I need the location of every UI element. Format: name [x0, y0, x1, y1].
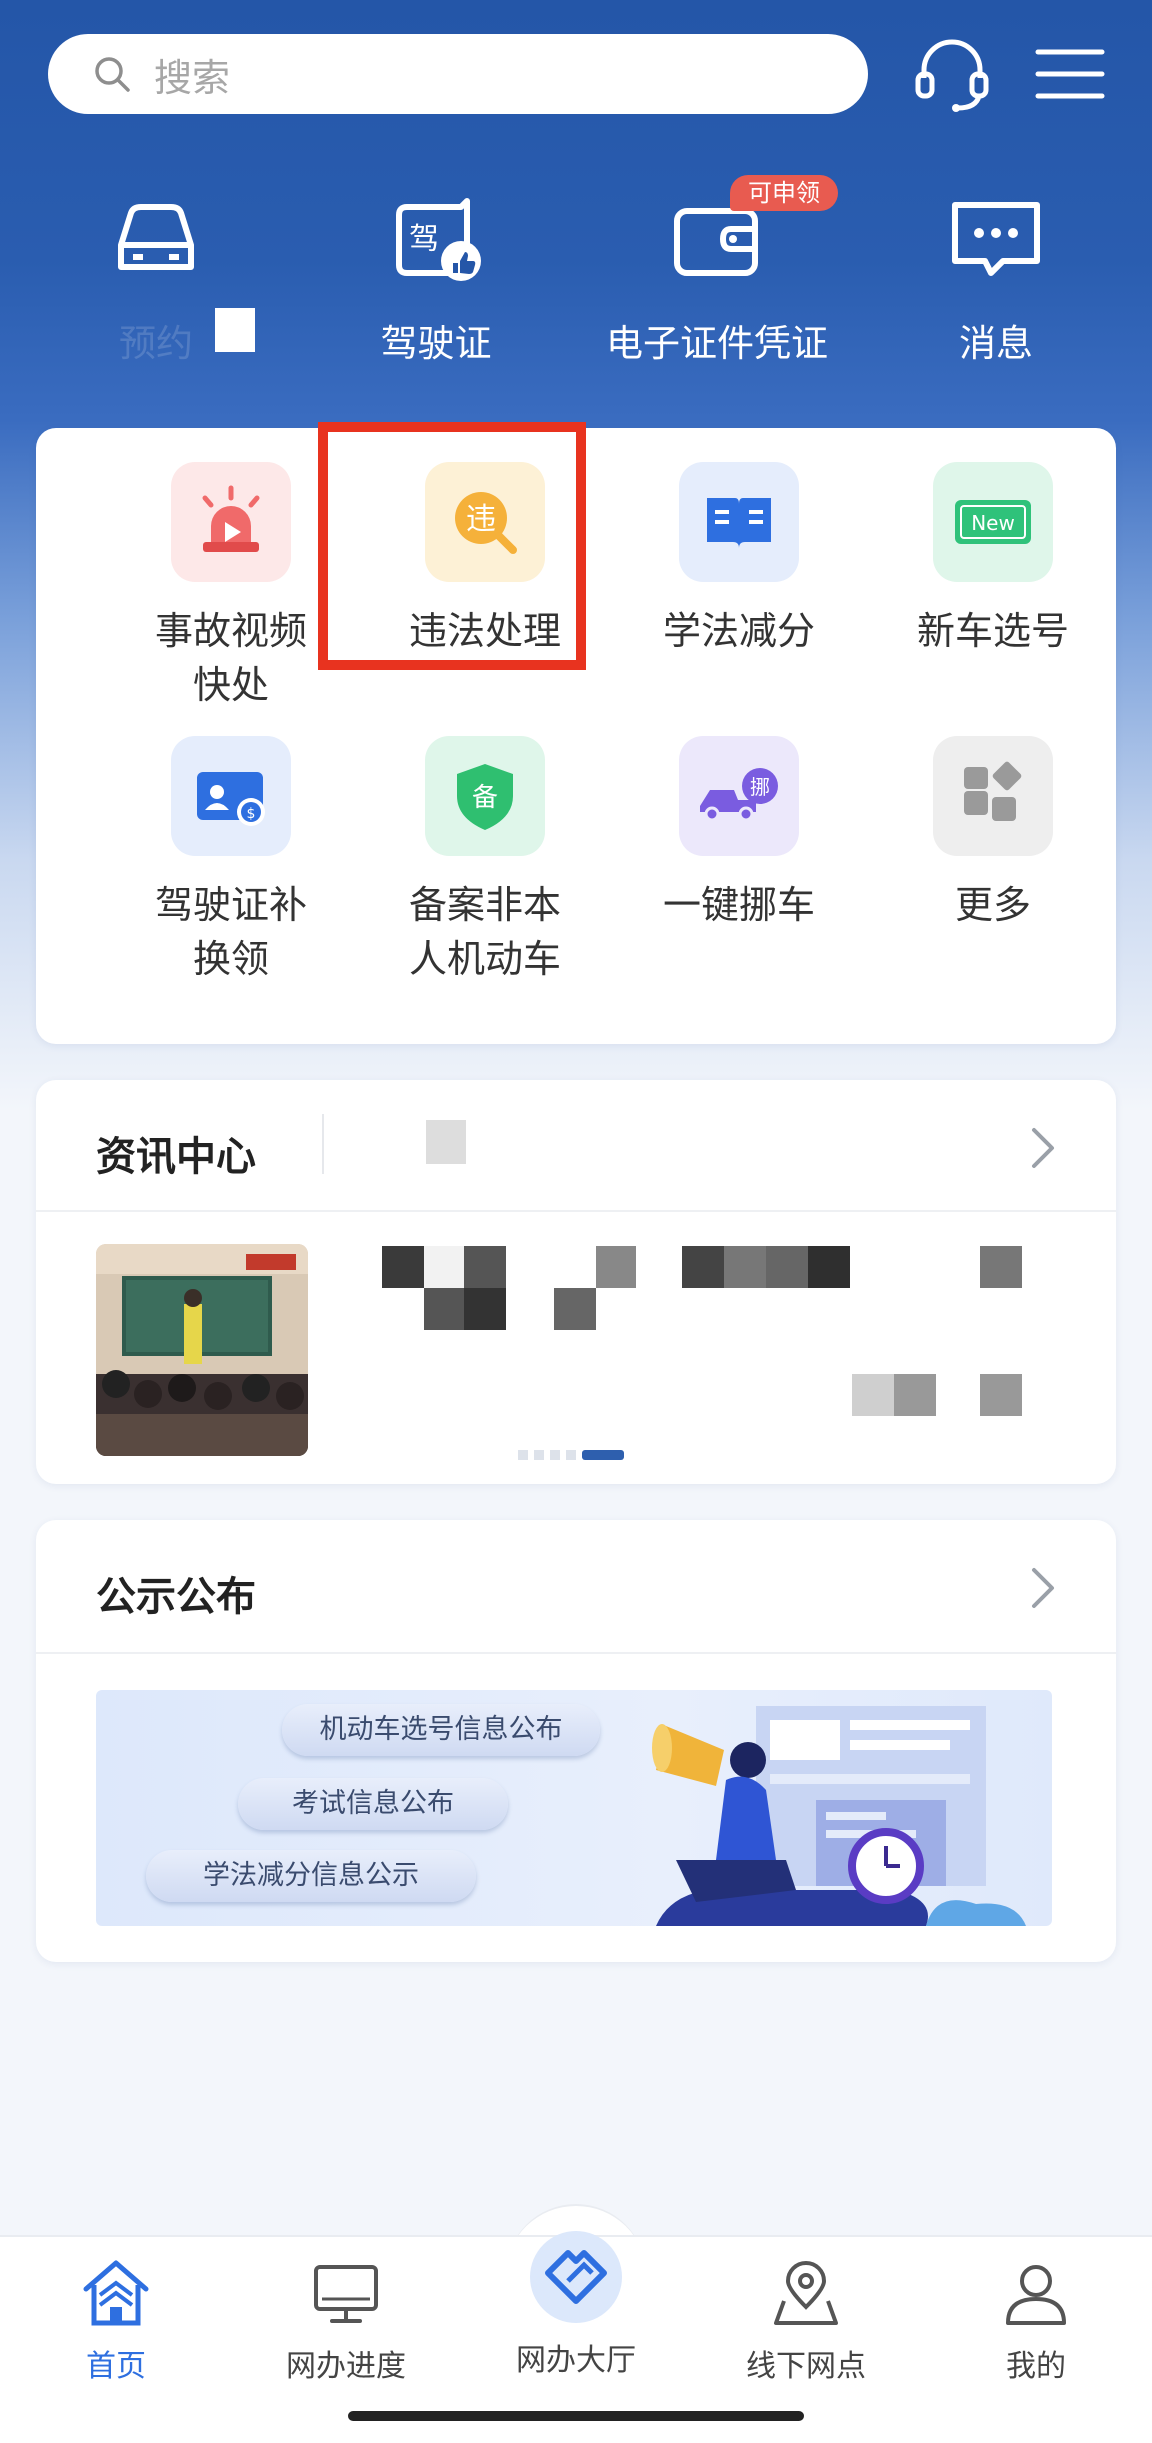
nav-label: 线下网点 [746, 2349, 866, 2384]
hall-icon [530, 2231, 622, 2323]
service-label: 驾驶证补换领 [154, 883, 307, 981]
redacted-block [382, 1246, 424, 1288]
search-placeholder: 搜索 [154, 55, 231, 100]
divider [36, 1652, 1116, 1654]
tab-separator [322, 1114, 324, 1174]
menu-icon[interactable] [1028, 32, 1112, 116]
nav-progress[interactable]: 网办进度 [256, 2255, 436, 2385]
service-new-plate[interactable]: New 新车选号 [866, 462, 1120, 658]
shortcut-driver-license[interactable]: 驾 驾驶证 [326, 185, 546, 367]
car-icon [118, 204, 194, 270]
tow-truck-icon: 挪 [679, 736, 799, 856]
search-icon [95, 57, 130, 92]
redacted-block [215, 308, 255, 352]
redacted-block [766, 1246, 808, 1288]
notice-pill[interactable]: 学法减分信息公示 [146, 1850, 476, 1902]
notice-pill[interactable]: 机动车选号信息公布 [282, 1704, 600, 1756]
svg-text:New: New [971, 511, 1015, 535]
redacted-block [426, 1120, 466, 1164]
news-thumbnail[interactable] [96, 1244, 308, 1456]
shortcut-messages[interactable]: 消息 [886, 185, 1106, 367]
redacted-block [980, 1374, 1022, 1416]
nav-label: 网办进度 [286, 2349, 406, 2384]
redacted-block [596, 1246, 636, 1288]
svg-text:$: $ [247, 806, 256, 822]
carousel-dot [518, 1450, 528, 1460]
redacted-block [554, 1288, 596, 1330]
nav-label: 首页 [86, 2349, 146, 2384]
available-badge: 可申领 [730, 175, 838, 211]
service-label: 学法减分 [662, 609, 815, 653]
chevron-right-icon[interactable] [1030, 1126, 1056, 1170]
nav-hall[interactable]: 网办大厅 [486, 2231, 666, 2379]
home-indicator [348, 2411, 804, 2421]
grid-more-icon [933, 736, 1053, 856]
service-move-car[interactable]: 挪 一键挪车 [612, 736, 866, 932]
carousel-dot [534, 1450, 544, 1460]
id-card-icon: $ [171, 736, 291, 856]
service-more[interactable]: 更多 [866, 736, 1120, 932]
redacted-block [424, 1288, 464, 1330]
redacted-block [894, 1374, 936, 1416]
notice-card[interactable]: 公示公布 机动车选号信息公布 考试信息公布 学法减分信息公示 [36, 1520, 1116, 1962]
announcement-illustration [652, 1706, 1026, 1926]
shield-icon: 备 [425, 736, 545, 856]
shortcut-label: 电子证件凭证 [606, 322, 828, 365]
carousel-indicator [518, 1450, 624, 1460]
redacted-block [808, 1246, 850, 1288]
redacted-block [724, 1246, 766, 1288]
notice-banner[interactable]: 机动车选号信息公布 考试信息公布 学法减分信息公示 [96, 1690, 1052, 1926]
redacted-block [464, 1246, 506, 1288]
carousel-dot [566, 1450, 576, 1460]
nav-label: 我的 [1006, 2349, 1066, 2384]
news-section-title: 资讯中心 [96, 1134, 256, 1180]
service-study-law[interactable]: 学法减分 [612, 462, 866, 658]
redacted-block [424, 1246, 464, 1288]
chevron-right-icon[interactable] [1030, 1566, 1056, 1610]
carousel-dot-active [582, 1450, 624, 1460]
nav-offline[interactable]: 线下网点 [716, 2255, 896, 2385]
news-card[interactable]: 资讯中心 [36, 1080, 1116, 1484]
nav-label: 网办大厅 [516, 2343, 636, 2378]
service-label: 事故视频快处 [154, 609, 307, 707]
license-icon: 驾 [396, 198, 481, 281]
service-label: 更多 [954, 883, 1031, 927]
home-icon [83, 2260, 149, 2326]
svg-text:备: 备 [472, 783, 498, 813]
notice-pill[interactable]: 考试信息公布 [238, 1778, 508, 1830]
service-label: 一键挪车 [662, 883, 815, 927]
search-bar[interactable]: 搜索 [48, 34, 868, 114]
headset-icon[interactable] [910, 32, 994, 116]
nav-mine[interactable]: 我的 [946, 2255, 1126, 2385]
book-icon [679, 462, 799, 582]
notice-section-title: 公示公布 [96, 1574, 256, 1620]
highlight-box [318, 422, 586, 670]
divider [36, 1210, 1116, 1212]
shortcut-label: 驾驶证 [380, 322, 492, 365]
monitor-icon [314, 2265, 378, 2323]
carousel-dot [550, 1450, 560, 1460]
user-icon [1006, 2265, 1066, 2325]
map-pin-icon [774, 2261, 838, 2325]
nav-home[interactable]: 首页 [26, 2255, 206, 2385]
redacted-block [464, 1288, 506, 1330]
redacted-block [682, 1246, 724, 1288]
shortcut-label: 消息 [959, 322, 1033, 365]
new-plate-icon: New [933, 462, 1053, 582]
svg-text:挪: 挪 [750, 775, 770, 799]
redacted-block [980, 1246, 1022, 1288]
service-label: 新车选号 [916, 609, 1069, 653]
svg-text:驾: 驾 [409, 222, 439, 257]
message-icon [952, 202, 1040, 276]
service-label: 备案非本人机动车 [408, 883, 561, 981]
siren-icon [171, 462, 291, 582]
shortcut-e-certificate[interactable]: 电子证件凭证 [606, 185, 828, 367]
redacted-block [852, 1374, 894, 1416]
service-license-renewal[interactable]: $ 驾驶证补换领 [104, 736, 358, 986]
service-register-vehicle[interactable]: 备 备案非本人机动车 [358, 736, 612, 986]
